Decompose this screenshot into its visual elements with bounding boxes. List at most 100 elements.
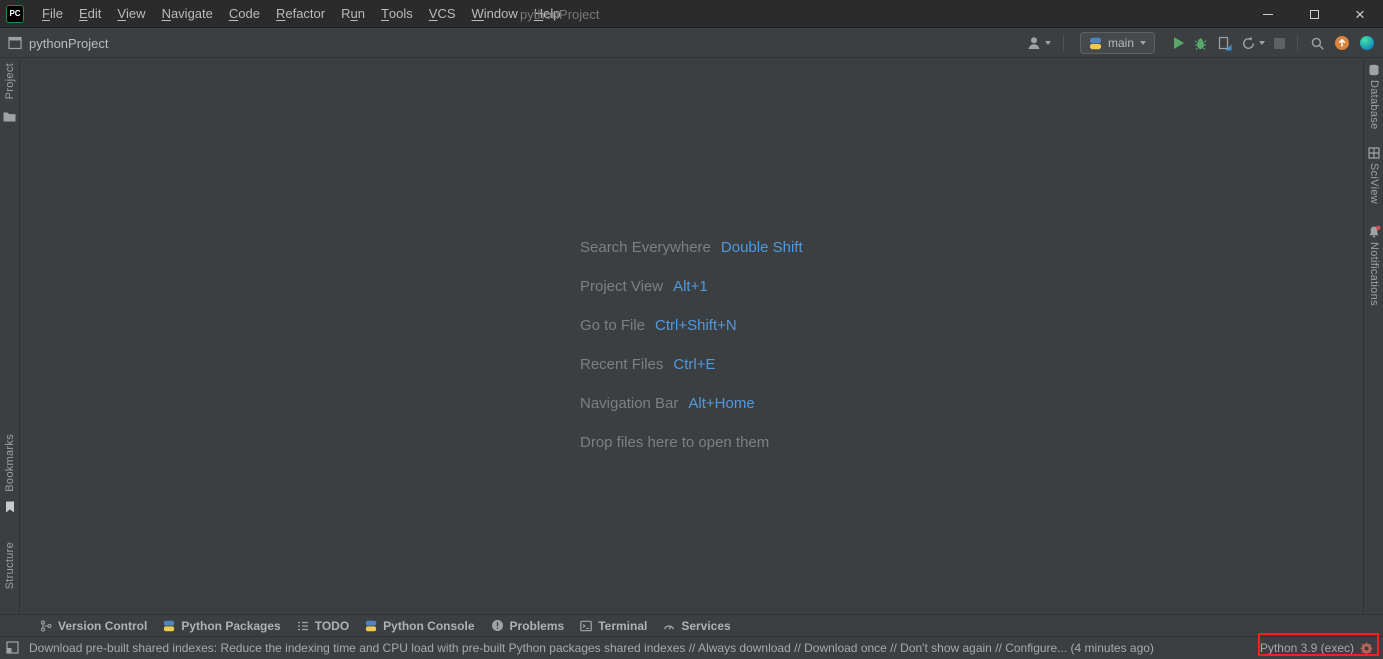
interpreter-settings-icon — [1360, 642, 1373, 655]
problems-icon — [491, 619, 504, 632]
hint-navigation-bar: Navigation Bar Alt+Home — [580, 384, 803, 423]
bookmark-icon[interactable] — [5, 501, 15, 513]
branch-widget-icon — [1089, 37, 1102, 50]
hint-shortcut[interactable]: Ctrl+Shift+N — [655, 317, 737, 334]
tool-todo[interactable]: TODO — [297, 619, 349, 633]
hint-drop-files: Drop files here to open them — [580, 423, 803, 462]
hint-project-view: Project View Alt+1 — [580, 267, 803, 306]
hint-search-everywhere: Search Everywhere Double Shift — [580, 228, 803, 267]
minimize-icon — [1263, 14, 1273, 15]
minimize-button[interactable] — [1245, 0, 1291, 28]
sciview-grid-icon[interactable] — [1368, 147, 1380, 159]
chevron-down-icon — [1140, 41, 1146, 45]
branch-icon — [40, 620, 52, 632]
window-title: pythonProject — [520, 0, 600, 28]
menu-file[interactable]: File — [34, 0, 71, 27]
hint-label: Drop files here to open them — [580, 434, 769, 451]
python-icon — [163, 620, 175, 632]
tool-label: Python Packages — [181, 619, 280, 633]
update-icon — [1334, 35, 1350, 51]
debug-button[interactable] — [1193, 36, 1208, 51]
gauge-icon — [663, 620, 675, 632]
terminal-icon — [580, 620, 592, 632]
git-branch-button[interactable]: main — [1080, 32, 1155, 54]
tool-label: Services — [681, 619, 730, 633]
menu-run[interactable]: Run — [333, 0, 373, 27]
toolbar-divider — [1297, 35, 1298, 51]
sidebar-item-database[interactable]: Database — [1368, 80, 1380, 130]
menu-view[interactable]: View — [109, 0, 153, 27]
menu-edit[interactable]: Edit — [71, 0, 109, 27]
right-tool-stripe: Database SciView Notifications — [1363, 59, 1383, 614]
toolbar-project-name[interactable]: pythonProject — [29, 36, 109, 51]
tool-label: TODO — [315, 619, 349, 633]
ide-update-button[interactable] — [1334, 35, 1350, 51]
hint-shortcut[interactable]: Alt+Home — [688, 395, 754, 412]
hint-recent-files: Recent Files Ctrl+E — [580, 345, 803, 384]
sidebar-item-notifications[interactable]: Notifications — [1368, 242, 1380, 306]
menu-vcs[interactable]: VCS — [421, 0, 464, 27]
run-button[interactable] — [1174, 37, 1184, 49]
sidebar-item-bookmarks[interactable]: Bookmarks — [4, 434, 16, 492]
status-bar: Download pre-built shared indexes: Reduc… — [0, 636, 1383, 658]
tool-label: Problems — [510, 619, 565, 633]
interpreter-widget[interactable]: Python 3.9 (exec) — [1260, 637, 1373, 659]
main-toolbar: pythonProject main — [0, 28, 1383, 58]
close-button[interactable]: × — [1337, 0, 1383, 28]
hint-shortcut[interactable]: Ctrl+E — [673, 356, 715, 373]
search-icon — [1310, 36, 1325, 51]
menu-refactor[interactable]: Refactor — [268, 0, 333, 27]
search-everywhere-button[interactable] — [1310, 36, 1325, 51]
hint-label: Recent Files — [580, 356, 663, 373]
tool-version-control[interactable]: Version Control — [40, 619, 147, 633]
tool-window-toggle-icon[interactable] — [6, 641, 19, 654]
user-icon — [1026, 35, 1042, 51]
profile-button[interactable] — [1026, 35, 1051, 51]
branch-name: main — [1108, 36, 1134, 50]
notifications-bell-icon[interactable] — [1368, 225, 1381, 238]
sync-run-button[interactable] — [1241, 36, 1265, 51]
maximize-button[interactable] — [1291, 0, 1337, 28]
sync-icon — [1241, 36, 1256, 51]
sidebar-item-sciview[interactable]: SciView — [1368, 163, 1380, 204]
pycharm-logo-icon: PC — [6, 5, 24, 23]
tool-services[interactable]: Services — [663, 619, 730, 633]
stop-icon — [1274, 38, 1285, 49]
hint-label: Navigation Bar — [580, 395, 678, 412]
sidebar-item-project[interactable]: Project — [4, 63, 16, 99]
chevron-down-icon — [1259, 41, 1265, 45]
code-with-me-button[interactable] — [1359, 35, 1375, 51]
chevron-down-icon — [1045, 41, 1051, 45]
run-icon — [1174, 37, 1184, 49]
tool-label: Python Console — [383, 619, 474, 633]
status-message[interactable]: Download pre-built shared indexes: Reduc… — [29, 641, 1154, 655]
hint-label: Project View — [580, 278, 663, 295]
left-tool-stripe: Project Bookmarks Structure — [0, 59, 20, 614]
menu-window[interactable]: Window — [464, 0, 526, 27]
tool-python-packages[interactable]: Python Packages — [163, 619, 280, 633]
code-with-me-icon — [1359, 35, 1375, 51]
folder-icon[interactable] — [3, 111, 16, 122]
menu-code[interactable]: Code — [221, 0, 268, 27]
menu-bar: File Edit View Navigate Code Refactor Ru… — [34, 0, 569, 27]
coverage-icon — [1217, 36, 1232, 51]
close-icon: × — [1355, 6, 1365, 23]
titlebar: PC File Edit View Navigate Code Refactor… — [0, 0, 1383, 28]
hint-shortcut[interactable]: Alt+1 — [673, 278, 708, 295]
menu-tools[interactable]: Tools — [373, 0, 421, 27]
menu-navigate[interactable]: Navigate — [154, 0, 221, 27]
tool-problems[interactable]: Problems — [491, 619, 565, 633]
shortcut-hints: Search Everywhere Double Shift Project V… — [580, 228, 803, 462]
database-icon[interactable] — [1368, 64, 1380, 76]
stop-button[interactable] — [1274, 38, 1285, 49]
bottom-tool-bar: Version Control Python Packages TODO Pyt… — [0, 614, 1383, 636]
coverage-button[interactable] — [1217, 36, 1232, 51]
sidebar-item-structure[interactable]: Structure — [4, 542, 16, 589]
editor-area[interactable]: Search Everywhere Double Shift Project V… — [21, 59, 1362, 614]
tool-python-console[interactable]: Python Console — [365, 619, 474, 633]
tool-terminal[interactable]: Terminal — [580, 619, 647, 633]
toolbar-divider — [1063, 35, 1064, 51]
interpreter-label: Python 3.9 (exec) — [1260, 641, 1354, 655]
tool-label: Terminal — [598, 619, 647, 633]
hint-shortcut[interactable]: Double Shift — [721, 239, 803, 256]
